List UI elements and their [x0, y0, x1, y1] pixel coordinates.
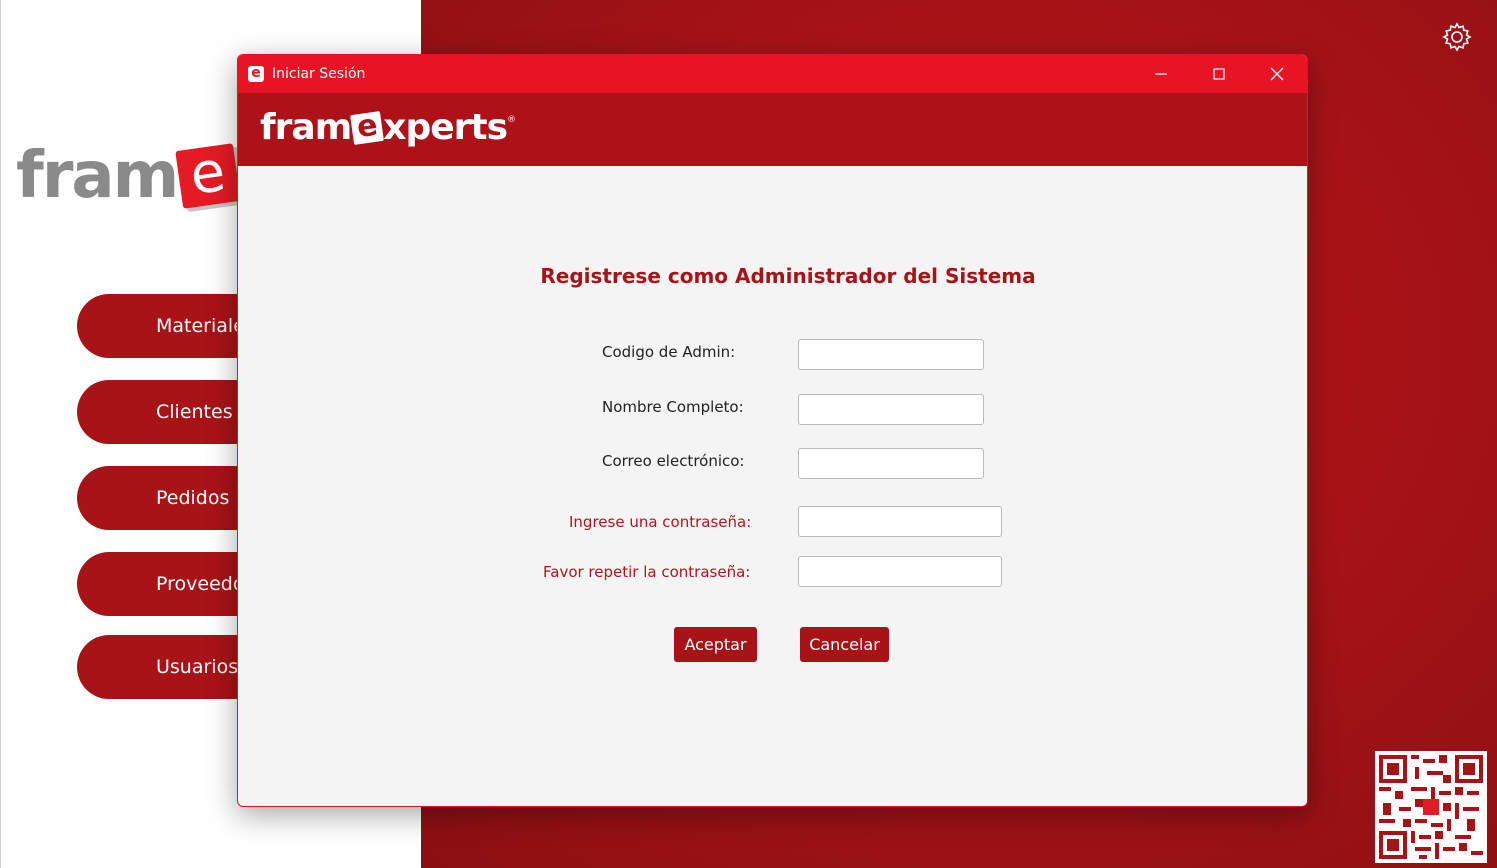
password-repeat-label: Favor repetir la contraseña: — [543, 563, 751, 581]
password-input[interactable] — [798, 506, 1002, 537]
gear-icon[interactable] — [1441, 21, 1473, 53]
logo-text-right: xperts — [383, 107, 508, 148]
nav-button-label: Usuarios — [156, 656, 239, 678]
nav-button-label: Pedidos — [156, 487, 230, 509]
logo-e-mark: e — [350, 107, 385, 145]
window-title: Iniciar Sesión — [272, 66, 366, 82]
close-icon — [1270, 67, 1284, 81]
nav-button-label: Clientes — [156, 401, 233, 423]
minimize-button[interactable] — [1132, 55, 1190, 93]
registered-mark: ® — [507, 114, 516, 125]
full-name-label: Nombre Completo: — [602, 398, 744, 416]
admin-code-label: Codigo de Admin: — [602, 343, 736, 361]
email-label: Correo electrónico: — [602, 452, 745, 470]
dialog-titlebar[interactable]: e Iniciar Sesión — [238, 55, 1307, 93]
dialog-banner: fram e xperts ® — [238, 93, 1307, 166]
logo-text-left: fram — [16, 139, 179, 213]
nav-button-label: Materiale — [156, 315, 245, 337]
password-label: Ingrese una contraseña: — [569, 513, 752, 531]
maximize-button[interactable] — [1190, 55, 1248, 93]
maximize-icon — [1213, 68, 1225, 80]
cancel-button[interactable]: Cancelar — [800, 627, 889, 662]
logo-e-mark: e — [175, 139, 242, 209]
accept-button[interactable]: Aceptar — [674, 627, 757, 662]
register-admin-dialog: e Iniciar Sesión fram e xperts ® Registr… — [237, 54, 1308, 807]
password-repeat-input[interactable] — [798, 556, 1002, 587]
full-name-input[interactable] — [798, 394, 984, 425]
close-button[interactable] — [1248, 55, 1306, 93]
qr-code-icon — [1375, 751, 1487, 863]
framexperts-logo: fram e xperts ® — [260, 107, 516, 148]
minimize-icon — [1155, 73, 1167, 75]
form-heading: Registrese como Administrador del Sistem… — [540, 264, 1036, 288]
email-input[interactable] — [798, 448, 984, 479]
admin-code-input[interactable] — [798, 339, 984, 370]
logo-text-left: fram — [260, 107, 352, 148]
app-icon: e — [248, 66, 264, 82]
